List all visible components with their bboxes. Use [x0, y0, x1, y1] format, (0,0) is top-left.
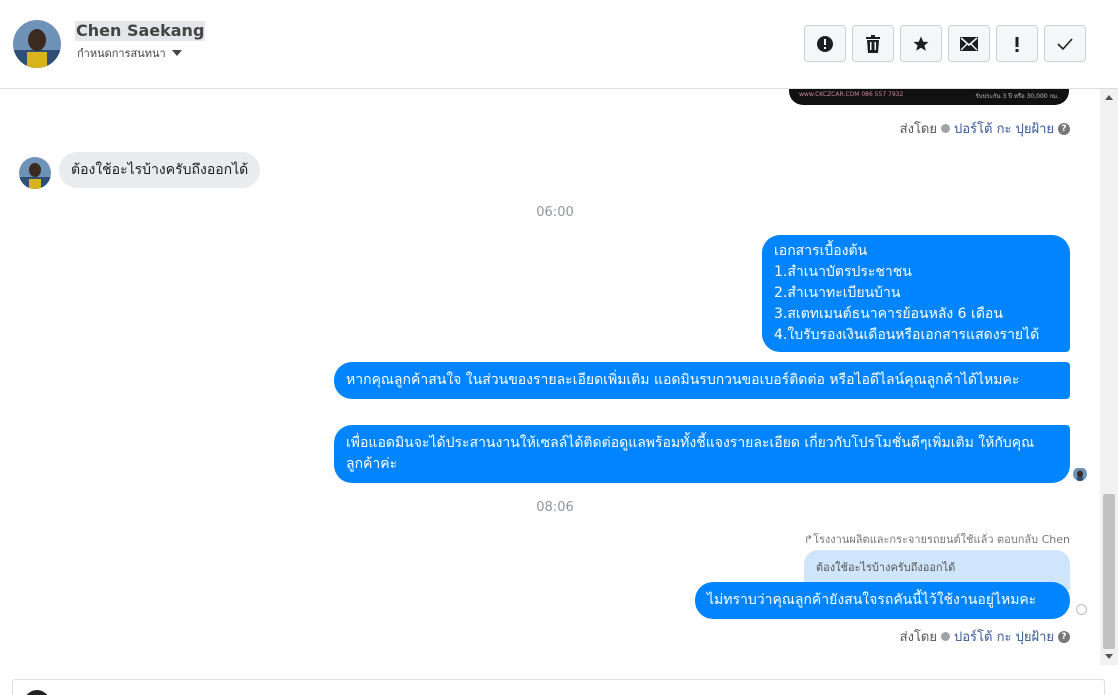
message-line: 4.ใบรับรองเงินเดือนหรือเอกสารแสดงรายได้	[774, 327, 1040, 343]
outgoing-message-contact-request[interactable]: หากคุณลูกค้าสนใจ ในส่วนของรายละเอียดเพิ่…	[334, 362, 1070, 399]
messenger-app: Chen Saekang กำหนดการสนทนา www.CKCZCAR.C…	[0, 0, 1118, 695]
contact-avatar[interactable]	[13, 20, 61, 68]
sent-by-prefix: ส่งโดย	[899, 122, 937, 137]
sent-by-page-name[interactable]: ปอร์โต้ กะ ปุยฝ้าย	[954, 118, 1054, 139]
reply-note: ↱โรงงานผลิตและกระจายรถยนต์ใช้แล้ว ตอบกลั…	[804, 530, 1070, 548]
outgoing-message-followup[interactable]: เพื่อแอดมินจะได้ประสานงานให้เซลล์ได้ติดต…	[334, 425, 1070, 483]
checkmark-icon	[1057, 37, 1073, 50]
contact-avatar-small[interactable]	[19, 157, 51, 189]
trash-icon	[866, 34, 880, 53]
follow-up-button[interactable]	[996, 25, 1038, 62]
mark-unread-button[interactable]	[948, 25, 990, 62]
image-caption-left: www.CKCZCAR.COM 086 557 7932	[799, 91, 904, 98]
image-attachment[interactable]: www.CKCZCAR.COM 086 557 7932 รับประกัน 3…	[789, 89, 1069, 105]
reply-note-text: โรงงานผลิตและกระจายรถยนต์ใช้แล้ว ตอบกลับ…	[813, 533, 1070, 546]
conversation-header: Chen Saekang กำหนดการสนทนา	[0, 0, 1118, 89]
outgoing-message-documents[interactable]: เอกสารเบื้องต้น 1.สำเนาบัตรประชาชน 2.สำเ…	[762, 235, 1070, 352]
contact-name[interactable]: Chen Saekang	[75, 21, 206, 41]
alert-circle-icon	[817, 35, 833, 52]
conversation-settings-dropdown[interactable]: กำหนดการสนทนา	[77, 44, 182, 62]
timestamp-separator: 06:00	[536, 205, 574, 220]
mark-done-button[interactable]	[1044, 25, 1086, 62]
seen-avatar	[1073, 467, 1087, 481]
header-toolbar	[804, 25, 1086, 62]
message-list[interactable]: www.CKCZCAR.COM 086 557 7932 รับประกัน 3…	[0, 89, 1100, 665]
outgoing-message-still-interested[interactable]: ไม่ทราบว่าคุณลูกค้ายังสนใจรถคันนี้ไว้ใช้…	[695, 582, 1070, 619]
envelope-icon	[960, 36, 978, 51]
star-button[interactable]	[900, 25, 942, 62]
message-line: 3.สเตทเมนต์ธนาคารย้อนหลัง 6 เดือน	[774, 306, 1003, 322]
help-icon[interactable]: ?	[1058, 630, 1070, 643]
message-line: เอกสารเบื้องต้น	[774, 243, 868, 259]
sent-by-label: ส่งโดย ปอร์โต้ กะ ปุยฝ้าย ?	[900, 626, 1070, 647]
scrollbar[interactable]	[1100, 89, 1118, 665]
help-icon[interactable]: ?	[1058, 122, 1070, 135]
verified-icon	[941, 124, 950, 133]
star-icon	[913, 36, 929, 51]
sent-by-label: ส่งโดย ปอร์โต้ กะ ปุยฝ้าย ?	[900, 118, 1070, 139]
caret-down-icon	[171, 50, 182, 56]
exclamation-icon	[1015, 36, 1019, 52]
message-line: 2.สำเนาทะเบียนบ้าน	[774, 285, 901, 301]
sent-by-prefix: ส่งโดย	[899, 630, 937, 645]
delivered-icon	[1076, 604, 1087, 615]
report-spam-button[interactable]	[804, 25, 846, 62]
message-line: 1.สำเนาบัตรประชาชน	[774, 264, 912, 280]
conversation-settings-label: กำหนดการสนทนา	[77, 47, 166, 60]
scroll-thumb[interactable]	[1103, 494, 1115, 649]
incoming-message[interactable]: ต้องใช้อะไรบ้างครับถึงออกได้	[59, 152, 261, 188]
page-avatar	[24, 690, 50, 695]
delete-button[interactable]	[852, 25, 894, 62]
message-composer[interactable]	[12, 679, 1105, 695]
reply-arrow-icon: ↱	[803, 533, 814, 546]
timestamp-separator: 08:06	[536, 500, 574, 515]
verified-icon	[941, 632, 950, 641]
image-caption-right: รับประกัน 3 ปี หรือ 30,000 กม.	[975, 93, 1059, 100]
scroll-down-arrow-icon[interactable]	[1105, 654, 1113, 659]
scroll-up-arrow-icon[interactable]	[1105, 95, 1113, 100]
sent-by-page-name[interactable]: ปอร์โต้ กะ ปุยฝ้าย	[954, 626, 1054, 647]
